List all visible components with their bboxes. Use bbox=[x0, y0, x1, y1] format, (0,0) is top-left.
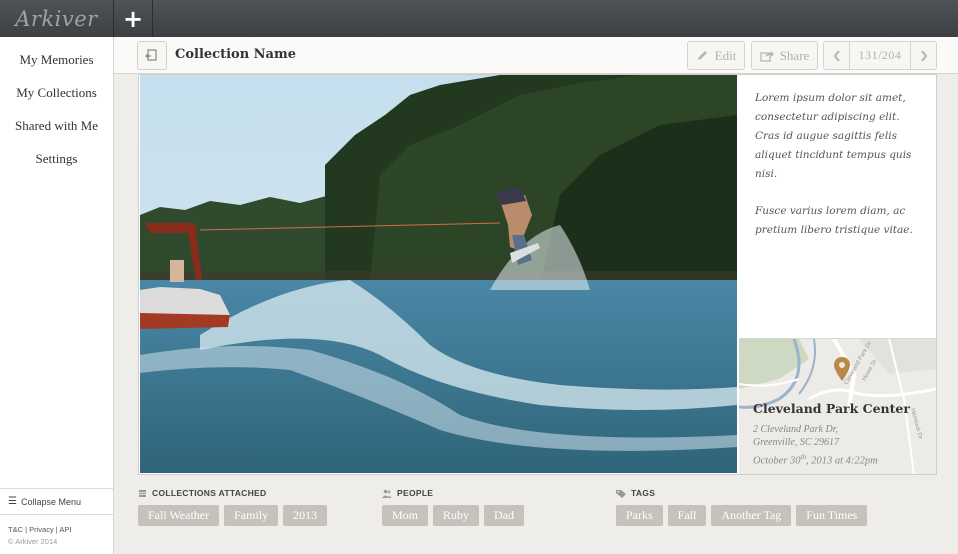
sidebar-item-shared-with-me[interactable]: Shared with Me bbox=[0, 109, 113, 142]
app-logo[interactable]: Arkiver bbox=[0, 0, 113, 37]
sidebar-nav: My Memories My Collections Shared with M… bbox=[0, 37, 113, 175]
tags-heading: TAGS bbox=[616, 487, 867, 499]
description-paragraph: Lorem ipsum dolor sit amet, consectetur … bbox=[755, 92, 912, 180]
people-heading: PEOPLE bbox=[382, 487, 524, 499]
memory-description: Lorem ipsum dolor sit amet, consectetur … bbox=[755, 89, 925, 258]
sidebar-item-my-collections[interactable]: My Collections bbox=[0, 76, 113, 109]
people-icon bbox=[382, 489, 392, 498]
tag-icon bbox=[616, 489, 626, 498]
person-chip[interactable]: Ruby bbox=[433, 505, 480, 526]
footer-link-terms[interactable]: T&C bbox=[8, 525, 23, 534]
chevron-right-icon bbox=[920, 49, 927, 62]
person-chip[interactable]: Mom bbox=[382, 505, 429, 526]
add-memory-button[interactable]: + bbox=[113, 0, 153, 37]
hamburger-icon: ☰ bbox=[8, 496, 17, 507]
collection-header: Collection Name Edit Share 131/204 bbox=[114, 37, 958, 74]
tags-group: TAGS Parks Fall Another Tag Fun Times bbox=[616, 487, 868, 526]
share-arrow-icon bbox=[760, 51, 774, 62]
collection-chip[interactable]: 2013 bbox=[283, 505, 328, 526]
memory-pager: 131/204 bbox=[823, 41, 937, 70]
address-line-2: Greenville, SC 29617 bbox=[753, 437, 840, 448]
location-map[interactable]: Cleveland Park Dr Howe St Hemlock Dr Cle… bbox=[739, 338, 936, 474]
share-label: Share bbox=[779, 47, 810, 63]
tag-chip[interactable]: Parks bbox=[616, 505, 663, 526]
person-chip[interactable]: Dad bbox=[484, 505, 525, 526]
memory-photo[interactable] bbox=[140, 75, 737, 473]
collection-back-icon bbox=[145, 48, 157, 61]
pencil-icon bbox=[697, 51, 707, 60]
collection-back-button[interactable] bbox=[137, 41, 167, 70]
collections-chip-list: Fall Weather Family 2013 bbox=[138, 505, 328, 526]
tags-chip-list: Parks Fall Another Tag Fun Times bbox=[616, 505, 868, 526]
collection-title: Collection Name bbox=[175, 47, 297, 62]
people-title: PEOPLE bbox=[397, 488, 434, 498]
sidebar-footer: T&C | Privacy | API © Arkiver 2014 bbox=[8, 524, 72, 548]
tag-chip[interactable]: Fall bbox=[667, 505, 707, 526]
pager-count: 131/204 bbox=[849, 42, 911, 69]
edit-button[interactable]: Edit bbox=[687, 41, 745, 70]
memory-card: Lorem ipsum dolor sit amet, consectetur … bbox=[138, 74, 937, 475]
footer-link-privacy[interactable]: Privacy bbox=[29, 525, 54, 534]
people-chip-list: Mom Ruby Dad bbox=[382, 505, 525, 526]
timestamp-rest: , 2013 at 4:22pm bbox=[806, 455, 878, 467]
sidebar: My Memories My Collections Shared with M… bbox=[0, 37, 114, 554]
photo-wakeboarder-lake bbox=[140, 75, 737, 473]
timestamp-date: October 30 bbox=[753, 455, 801, 467]
collections-attached-group: COLLECTIONS ATTACHED Fall Weather Family… bbox=[138, 487, 328, 526]
tags-title: TAGS bbox=[631, 488, 656, 498]
memory-timestamp: October 30th, 2013 at 4:22pm bbox=[753, 453, 878, 467]
chevron-left-icon bbox=[833, 49, 840, 62]
next-memory-button[interactable] bbox=[911, 42, 936, 69]
copyright: © Arkiver 2014 bbox=[8, 537, 58, 546]
tag-chip[interactable]: Fun Times bbox=[796, 505, 868, 526]
sidebar-item-my-memories[interactable]: My Memories bbox=[0, 43, 113, 76]
top-bar: Arkiver + bbox=[0, 0, 958, 37]
collections-attached-heading: COLLECTIONS ATTACHED bbox=[138, 487, 327, 499]
stack-icon bbox=[139, 489, 146, 497]
footer-link-api[interactable]: API bbox=[59, 525, 71, 534]
collection-chip[interactable]: Family bbox=[224, 505, 279, 526]
edit-label: Edit bbox=[714, 47, 737, 63]
collection-chip[interactable]: Fall Weather bbox=[138, 505, 220, 526]
location-address: 2 Cleveland Park Dr, Greenville, SC 2961… bbox=[753, 423, 923, 449]
previous-memory-button[interactable] bbox=[824, 42, 849, 69]
collapse-menu-button[interactable]: ☰ Collapse Menu bbox=[0, 488, 113, 515]
description-paragraph: Fusce varius lorem diam, ac pretium libe… bbox=[755, 205, 913, 236]
share-button[interactable]: Share bbox=[751, 41, 818, 70]
map-pin-icon bbox=[834, 357, 850, 381]
sidebar-item-settings[interactable]: Settings bbox=[0, 142, 113, 175]
tag-chip[interactable]: Another Tag bbox=[711, 505, 792, 526]
collections-attached-title: COLLECTIONS ATTACHED bbox=[152, 488, 267, 498]
collapse-menu-label: Collapse Menu bbox=[20, 496, 82, 507]
location-name: Cleveland Park Center bbox=[753, 401, 910, 416]
address-line-1: 2 Cleveland Park Dr, bbox=[753, 424, 838, 435]
people-group: PEOPLE Mom Ruby Dad bbox=[382, 487, 525, 526]
